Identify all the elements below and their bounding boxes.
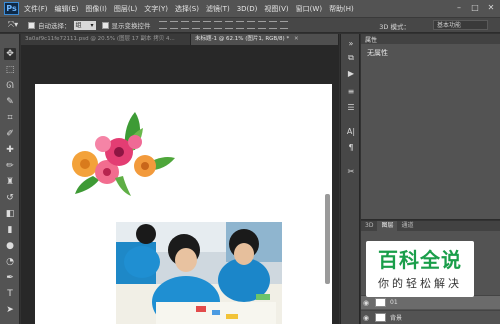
layers-panel-tabs: 3D 图层 通道 <box>361 221 500 231</box>
layer-row[interactable]: ◉ 01 <box>361 295 500 309</box>
gradient-tool-icon[interactable]: ▮ <box>4 224 16 236</box>
window-controls: – □ ✕ <box>453 2 497 14</box>
panel-icon-strip: » ⧉ ▶ ≡ ☰ A| ¶ ✂ <box>340 34 360 324</box>
menu-type[interactable]: 文字(Y) <box>144 4 168 14</box>
properties-panel-icon[interactable]: ☰ <box>345 102 357 114</box>
distribute-middle-icon[interactable] <box>235 21 244 29</box>
properties-title[interactable]: 属性 <box>365 35 377 44</box>
tab-document-2-label: 未标题-1 @ 62.1% (图片1, RGB/8) * <box>195 36 290 42</box>
move-tool-preset-icon[interactable]: ⤧▾ <box>4 19 22 31</box>
tab-3d[interactable]: 3D <box>361 221 377 231</box>
move-tool-icon[interactable]: ✥ <box>4 48 16 60</box>
paragraph-panel-icon[interactable]: ¶ <box>345 142 357 154</box>
align-right-icon[interactable] <box>213 21 222 29</box>
align-center-icon[interactable] <box>202 21 211 29</box>
eyedropper-tool-icon[interactable]: ✐ <box>4 128 16 140</box>
tab-document-1-label: 3a0af9c11fe72111.psd @ 20.5% (图层 17 副本 拷… <box>25 36 175 42</box>
actions-panel-icon[interactable]: ▶ <box>345 68 357 80</box>
close-icon[interactable]: ✕ <box>294 36 299 42</box>
align-middle-icon[interactable] <box>169 21 178 29</box>
menu-edit[interactable]: 编辑(E) <box>55 4 79 14</box>
distribute-center-icon[interactable] <box>268 21 277 29</box>
adjustments-panel-icon[interactable]: ≡ <box>345 86 357 98</box>
history-brush-tool-icon[interactable]: ↺ <box>4 192 16 204</box>
distribute-left-icon[interactable] <box>257 21 266 29</box>
watermark-title: 百科全说 <box>378 248 462 272</box>
menu-view[interactable]: 视图(V) <box>264 4 288 14</box>
flower-image <box>72 112 175 196</box>
layer-row[interactable]: ◉ 背景 <box>361 310 500 324</box>
crop-tool-icon[interactable]: ⌗ <box>4 112 16 124</box>
tab-layers[interactable]: 图层 <box>377 221 398 231</box>
align-buttons <box>158 21 288 29</box>
tab-document-1[interactable]: 3a0af9c11fe72111.psd @ 20.5% (图层 17 副本 拷… <box>21 34 191 45</box>
options-bar: ⤧▾ 自动选择： 组 显示变换控件 3D 模式： 基本功能 <box>0 18 500 33</box>
align-bottom-icon[interactable] <box>180 21 189 29</box>
tool-presets-panel-icon[interactable]: ✂ <box>345 166 357 178</box>
quick-select-tool-icon[interactable]: ✎ <box>4 96 16 108</box>
close-window-button[interactable]: ✕ <box>485 2 497 14</box>
align-left-icon[interactable] <box>191 21 200 29</box>
path-select-tool-icon[interactable]: ➤ <box>4 304 16 316</box>
3d-mode-label: 3D 模式： <box>379 23 410 31</box>
menu-window[interactable]: 窗口(W) <box>296 4 322 14</box>
menu-file[interactable]: 文件(F) <box>24 4 48 14</box>
pen-tool-icon[interactable]: ✒ <box>4 272 16 284</box>
distribute-right-icon[interactable] <box>279 21 288 29</box>
photoshop-window: Ps 文件(F) 编辑(E) 图像(I) 图层(L) 文字(Y) 选择(S) 滤… <box>0 0 500 324</box>
menu-bar: Ps 文件(F) 编辑(E) 图像(I) 图层(L) 文字(Y) 选择(S) 滤… <box>0 0 500 18</box>
show-transform-checkbox[interactable] <box>101 21 109 29</box>
show-transform-label: 显示变换控件 <box>111 22 151 30</box>
auto-select-label: 自动选择： <box>38 22 71 30</box>
layer-thumbnail <box>375 313 386 322</box>
minimize-button[interactable]: – <box>453 2 465 14</box>
eraser-tool-icon[interactable]: ◧ <box>4 208 16 220</box>
app-logo: Ps <box>4 2 19 15</box>
menu-select[interactable]: 选择(S) <box>175 4 199 14</box>
tab-channels[interactable]: 通道 <box>397 221 417 231</box>
properties-content: 无属性 <box>367 49 388 57</box>
watermark-subtitle: 你的轻松解决 <box>378 277 462 290</box>
layer-name[interactable]: 背景 <box>390 313 402 322</box>
properties-header: 属性 <box>361 34 500 44</box>
properties-panel: 属性 无属性 <box>361 34 500 220</box>
document-tabs: 3a0af9c11fe72111.psd @ 20.5% (图层 17 副本 拷… <box>21 34 339 45</box>
align-top-icon[interactable] <box>158 21 167 29</box>
history-panel-icon[interactable]: ⧉ <box>345 52 357 64</box>
vertical-scrollbar[interactable] <box>325 194 330 284</box>
toolbox: ✥ ⬚ ᘏ ✎ ⌗ ✐ ✚ ✏ ♜ ↺ ◧ ▮ ● ◔ ✒ T ➤ <box>0 34 20 324</box>
eye-icon[interactable]: ◉ <box>363 314 373 322</box>
clone-stamp-tool-icon[interactable]: ♜ <box>4 176 16 188</box>
collapse-icon[interactable]: » <box>345 38 357 50</box>
menu-help[interactable]: 帮助(H) <box>329 4 354 14</box>
watermark-logo: 百科全说 你的轻松解决 <box>366 241 474 297</box>
layer-name[interactable]: 01 <box>390 299 398 306</box>
eye-icon[interactable]: ◉ <box>363 299 373 307</box>
menu-filter[interactable]: 滤镜(T) <box>206 4 230 14</box>
layer-thumbnail <box>375 298 386 307</box>
menu-image[interactable]: 图像(I) <box>85 4 107 14</box>
marquee-tool-icon[interactable]: ⬚ <box>4 64 16 76</box>
tab-document-2[interactable]: 未标题-1 @ 62.1% (图片1, RGB/8) * ✕ <box>191 34 339 45</box>
menu-3d[interactable]: 3D(D) <box>237 5 258 13</box>
type-tool-icon[interactable]: T <box>4 288 16 300</box>
blur-tool-icon[interactable]: ● <box>4 240 16 252</box>
dodge-tool-icon[interactable]: ◔ <box>4 256 16 268</box>
distribute-top-icon[interactable] <box>224 21 233 29</box>
healing-brush-tool-icon[interactable]: ✚ <box>4 144 16 156</box>
auto-select-dropdown[interactable]: 组 <box>73 20 96 30</box>
workspace-switcher[interactable]: 基本功能 <box>433 20 488 30</box>
character-panel-icon[interactable]: A| <box>345 126 357 138</box>
auto-select-checkbox[interactable] <box>28 21 35 29</box>
menu-layer[interactable]: 图层(L) <box>114 4 137 14</box>
students-photo <box>116 222 282 324</box>
maximize-button[interactable]: □ <box>469 2 481 14</box>
lasso-tool-icon[interactable]: ᘏ <box>4 80 16 92</box>
distribute-bottom-icon[interactable] <box>246 21 255 29</box>
brush-tool-icon[interactable]: ✏ <box>4 160 16 172</box>
